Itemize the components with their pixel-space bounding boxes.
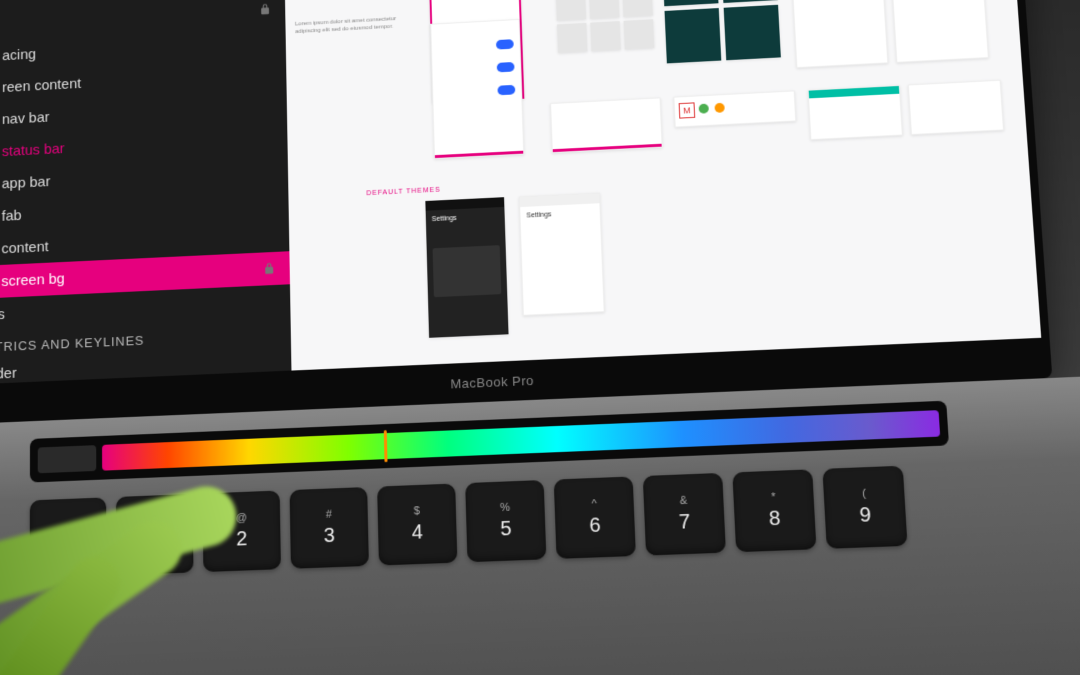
touchbar-chip[interactable] (38, 445, 97, 473)
thumb[interactable] (557, 23, 587, 53)
laptop-brand: MacBook Pro (450, 373, 534, 392)
lock-icon[interactable] (262, 262, 276, 276)
list-frame[interactable] (430, 19, 524, 159)
card-teal[interactable] (724, 5, 781, 60)
keyboard-key[interactable]: %5 (465, 480, 546, 562)
layer-label: app bar (2, 163, 275, 191)
thumb[interactable] (589, 0, 620, 19)
layer-label: screen bg (1, 262, 252, 288)
layer-label: status bar (2, 130, 274, 158)
keyboard-key[interactable]: $4 (377, 484, 457, 566)
card-teal[interactable] (662, 0, 719, 6)
card[interactable] (550, 97, 663, 153)
layer-label: fab (2, 195, 275, 223)
thumb[interactable] (622, 0, 653, 17)
lock-icon[interactable] (258, 2, 272, 16)
layer-label: divider (0, 354, 278, 382)
card[interactable] (908, 80, 1004, 135)
keyboard-row: ~!1@2#3$4%5^6&7*8(9 (30, 466, 908, 579)
laptop-base: ~!1@2#3$4%5^6&7*8(9 (0, 375, 1080, 675)
thumb[interactable] (590, 21, 621, 51)
card-teal[interactable] (665, 8, 722, 63)
touchbar-color-slider[interactable] (102, 410, 940, 471)
dark-theme-frame[interactable]: Settings (425, 197, 508, 338)
keyboard-key[interactable]: ~ (30, 497, 107, 578)
thumb[interactable] (556, 0, 586, 21)
keyboard-key[interactable]: (9 (822, 466, 907, 549)
thumb[interactable] (624, 19, 655, 49)
layer-label: content (1, 228, 275, 256)
keyboard-key[interactable]: &7 (643, 473, 726, 556)
keyboard-key[interactable]: @2 (203, 490, 281, 572)
card[interactable] (792, 0, 888, 68)
toolbar-card[interactable]: M (673, 90, 796, 127)
layer-label (2, 10, 249, 24)
keyboard-key[interactable]: #3 (290, 487, 369, 569)
caption-text: Lorem ipsum dolor sit amet consectetur a… (295, 15, 411, 36)
keyboard-key[interactable]: !1 (116, 494, 194, 575)
card-teal[interactable] (721, 0, 778, 3)
keyboard-key[interactable]: *8 (732, 469, 816, 552)
light-theme-frame[interactable]: Settings (519, 192, 605, 315)
card[interactable] (892, 0, 989, 63)
default-themes-label: DEFAULT THEMES (366, 186, 440, 198)
card[interactable] (808, 85, 903, 140)
keyboard-key[interactable]: ^6 (554, 476, 636, 558)
design-canvas[interactable]: Lorem ipsum dolor sit amet consectetur a… (284, 0, 1041, 371)
layers-panel[interactable]: acingreen contentnav barstatus barapp ba… (0, 0, 291, 385)
layer-label: nav bar (2, 98, 274, 126)
